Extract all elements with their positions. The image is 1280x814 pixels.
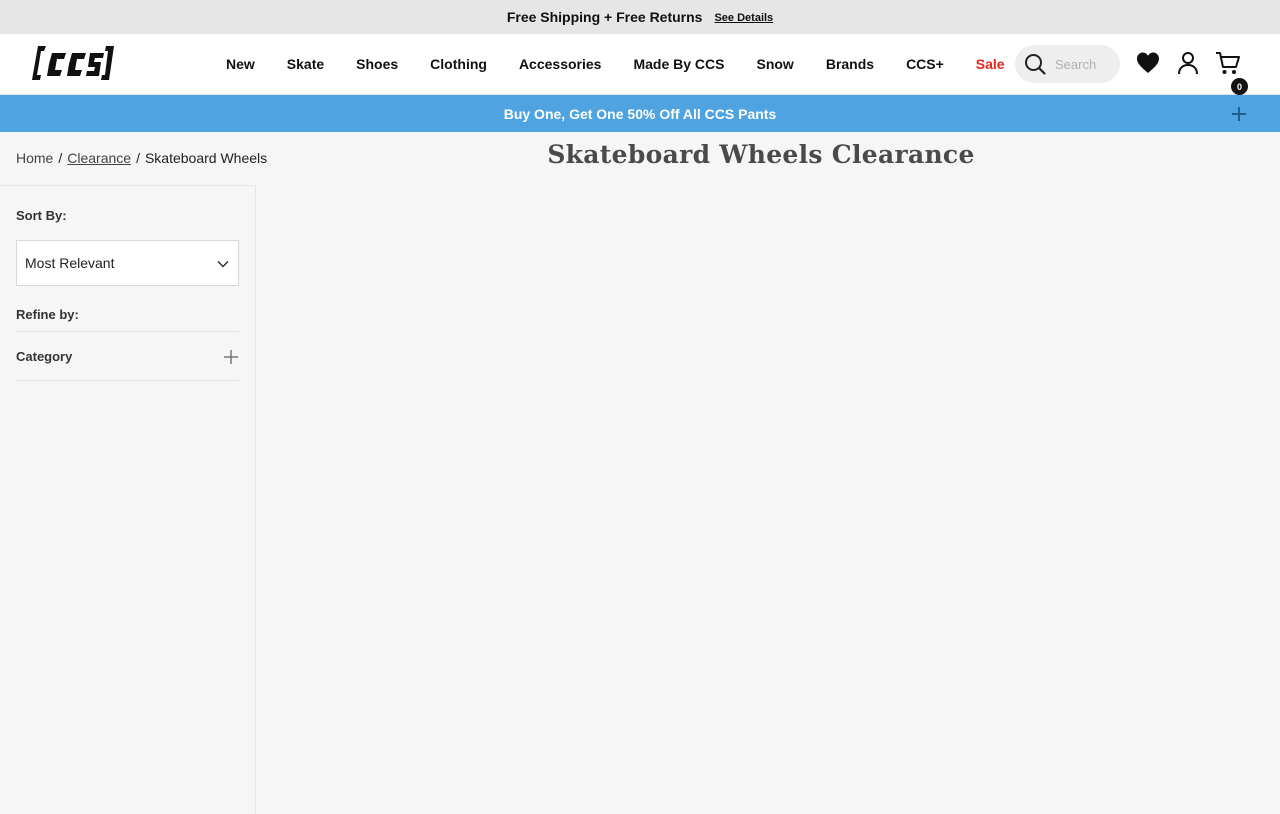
promo-bar: Free Shipping + Free Returns See Details: [0, 0, 1280, 34]
nav-made-by-ccs[interactable]: Made By CCS: [617, 56, 740, 72]
expand-plus-icon[interactable]: [1231, 106, 1247, 122]
account-icon[interactable]: [1176, 50, 1202, 76]
offer-text: Buy One, Get One 50% Off All CCS Pants: [503, 105, 777, 122]
ccs-logo[interactable]: [32, 44, 114, 82]
page-title: Skateboard Wheels Clearance: [547, 140, 975, 169]
site-header: New Skate Shoes Clothing Accessories Mad…: [0, 34, 1280, 95]
category-label: Category: [16, 348, 73, 364]
nav-skate[interactable]: Skate: [271, 56, 340, 72]
sort-label: Sort By:: [16, 208, 67, 223]
nav-shoes[interactable]: Shoes: [340, 56, 414, 72]
offer-bar[interactable]: Buy One, Get One 50% Off All CCS Pants: [0, 95, 1280, 132]
nav-ccs-plus[interactable]: CCS+: [890, 56, 960, 72]
promo-text: Free Shipping + Free Returns: [506, 9, 703, 25]
refine-label: Refine by:: [16, 307, 79, 322]
search-icon[interactable]: [1024, 53, 1046, 75]
nav-new[interactable]: New: [210, 56, 271, 72]
search-box[interactable]: [1015, 45, 1120, 83]
heart-icon[interactable]: [1135, 50, 1161, 76]
breadcrumb-clearance[interactable]: Clearance: [67, 150, 131, 166]
category-filter[interactable]: Category: [16, 331, 239, 381]
cart-icon[interactable]: [1215, 50, 1241, 76]
nav-snow[interactable]: Snow: [740, 56, 809, 72]
search-input[interactable]: [1055, 56, 1117, 72]
plus-icon[interactable]: [223, 349, 239, 365]
filter-sidebar: Sort By: Most Relevant Refine by: Catego…: [0, 185, 256, 814]
nav-clothing[interactable]: Clothing: [414, 56, 503, 72]
breadcrumb-current: Skateboard Wheels: [144, 150, 268, 166]
chevron-down-icon: [217, 260, 229, 268]
see-details-link[interactable]: See Details: [714, 12, 773, 24]
main-nav: New Skate Shoes Clothing Accessories Mad…: [210, 34, 1021, 94]
sort-select[interactable]: Most Relevant: [16, 240, 239, 286]
breadcrumb: Home / Clearance / Skateboard Wheels: [16, 150, 267, 166]
sort-value: Most Relevant: [25, 255, 115, 271]
nav-accessories[interactable]: Accessories: [503, 56, 618, 72]
breadcrumb-home[interactable]: Home: [16, 150, 53, 166]
nav-brands[interactable]: Brands: [810, 56, 890, 72]
breadcrumb-separator: /: [58, 150, 63, 166]
nav-sale[interactable]: Sale: [960, 56, 1021, 72]
cart-count-badge: 0: [1231, 78, 1248, 95]
breadcrumb-separator: /: [136, 150, 140, 166]
